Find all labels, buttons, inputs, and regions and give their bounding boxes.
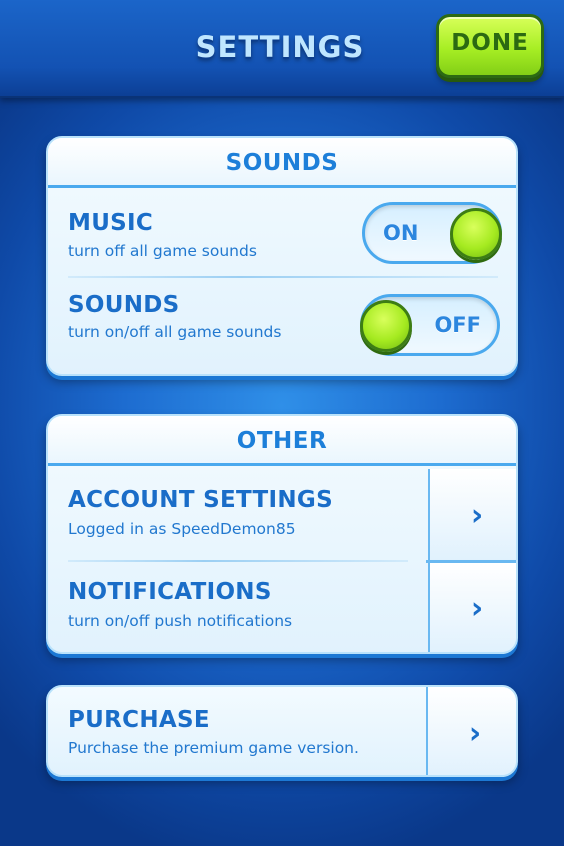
divider <box>68 560 408 562</box>
chevron-right-icon: › <box>470 497 484 533</box>
other-panel-title: OTHER <box>48 416 516 466</box>
divider <box>68 276 498 278</box>
done-button-label: DONE <box>451 30 529 56</box>
notifications-row[interactable]: NOTIFICATIONS turn on/off push notificat… <box>48 563 516 652</box>
chevron-right-icon: › <box>468 715 482 751</box>
toggle-knob-icon <box>360 300 412 352</box>
top-bar: SETTINGS DONE <box>0 0 564 98</box>
music-toggle-label: ON <box>383 221 419 245</box>
account-settings-arrow-button[interactable]: › <box>428 469 516 561</box>
purchase-subtitle: Purchase the premium game version. <box>68 739 359 757</box>
account-settings-subtitle: Logged in as SpeedDemon85 <box>68 520 296 538</box>
notifications-arrow-button[interactable]: › <box>428 563 516 652</box>
toggle-knob-icon <box>450 208 502 260</box>
music-subtitle: turn off all game sounds <box>68 242 257 260</box>
done-button[interactable]: DONE <box>436 14 544 78</box>
sounds-toggle-label: OFF <box>434 313 481 337</box>
sounds-panel: SOUNDS MUSIC turn off all game sounds ON… <box>46 136 518 376</box>
purchase-arrow-button[interactable]: › <box>426 687 516 775</box>
sounds-title: SOUNDS <box>68 292 180 318</box>
account-settings-title: ACCOUNT SETTINGS <box>68 487 333 513</box>
sounds-panel-title: SOUNDS <box>48 138 516 188</box>
account-settings-row[interactable]: ACCOUNT SETTINGS Logged in as SpeedDemon… <box>48 469 516 561</box>
chevron-right-icon: › <box>470 591 484 626</box>
other-panel: OTHER ACCOUNT SETTINGS Logged in as Spee… <box>46 414 518 654</box>
music-toggle[interactable]: ON <box>362 202 502 264</box>
sounds-subtitle: turn on/off all game sounds <box>68 323 282 341</box>
notifications-subtitle: turn on/off push notifications <box>68 612 293 630</box>
sounds-toggle[interactable]: OFF <box>360 294 500 356</box>
purchase-panel[interactable]: PURCHASE Purchase the premium game versi… <box>46 685 518 777</box>
purchase-title: PURCHASE <box>68 707 210 733</box>
notifications-title: NOTIFICATIONS <box>68 579 272 605</box>
music-title: MUSIC <box>68 210 154 236</box>
